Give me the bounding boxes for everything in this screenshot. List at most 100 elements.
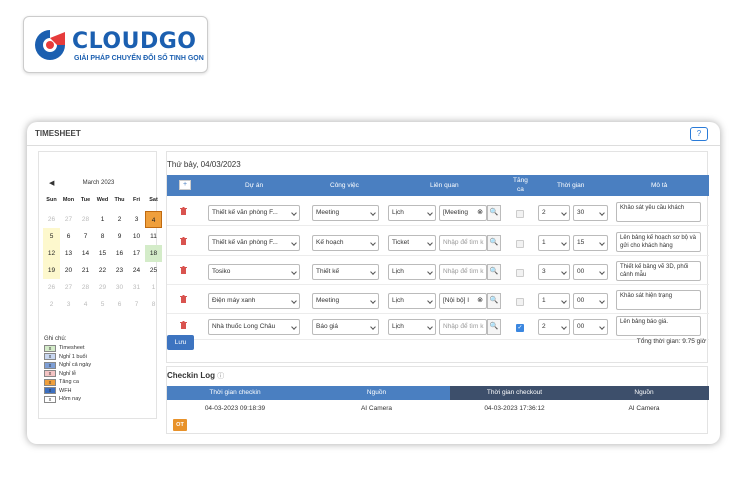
calendar-day[interactable]: 22 <box>94 262 111 279</box>
calendar-day[interactable]: 15 <box>94 245 111 262</box>
description-textarea[interactable]: Khảo sát yêu cầu khách <box>616 202 701 222</box>
delete-icon[interactable] <box>180 295 187 303</box>
search-icon[interactable]: 🔍 <box>487 319 501 335</box>
save-button[interactable]: Lưu <box>167 335 194 350</box>
calendar-day[interactable]: 20 <box>60 262 77 279</box>
related-search-input[interactable]: [Nội bộ] I ⊗ <box>439 293 487 309</box>
calendar-day[interactable]: 2 <box>111 211 128 228</box>
calendar-day[interactable]: 2 <box>43 296 60 313</box>
calendar-day[interactable]: 18 <box>145 245 162 262</box>
task-select[interactable]: Báo giá <box>312 319 379 335</box>
calendar-day[interactable]: 11 <box>145 228 162 245</box>
task-select[interactable]: Meeting <box>312 293 379 309</box>
project-select[interactable]: Thiết kế văn phòng F... <box>208 205 300 221</box>
calendar-day[interactable]: 4 <box>77 296 94 313</box>
calendar-day[interactable]: 28 <box>77 279 94 296</box>
calendar-day[interactable]: 7 <box>128 296 145 313</box>
hours-select[interactable]: 1 <box>538 235 570 251</box>
calendar-day[interactable]: 26 <box>43 211 60 228</box>
calendar-day[interactable]: 25 <box>145 262 162 279</box>
calendar-day[interactable]: 31 <box>128 279 145 296</box>
info-icon[interactable]: ⓘ <box>217 373 224 380</box>
hours-select[interactable]: 3 <box>538 264 570 280</box>
project-select[interactable]: Nhà thuốc Long Châu <box>208 319 300 335</box>
project-select[interactable]: Điện máy xanh <box>208 293 300 309</box>
calendar-day[interactable]: 5 <box>43 228 60 245</box>
description-textarea[interactable]: Khảo sát hiện trạng <box>616 290 701 310</box>
calendar-day[interactable]: 28 <box>77 211 94 228</box>
overtime-checkbox[interactable] <box>516 298 524 306</box>
calendar-day[interactable]: 10 <box>128 228 145 245</box>
task-select[interactable]: Thiết kế <box>312 264 379 280</box>
help-button[interactable]: ? <box>690 127 708 141</box>
hours-select[interactable]: 2 <box>538 319 570 335</box>
delete-icon[interactable] <box>180 207 187 215</box>
minutes-select[interactable]: 15 <box>573 235 608 251</box>
minutes-select[interactable]: 00 <box>573 319 608 335</box>
calendar-day[interactable]: 12 <box>43 245 60 262</box>
calendar-day[interactable]: 27 <box>60 279 77 296</box>
delete-icon[interactable] <box>180 321 187 329</box>
related-type-select[interactable]: Lịch <box>388 293 436 309</box>
calendar-day[interactable]: 23 <box>111 262 128 279</box>
project-select[interactable]: Tosiko <box>208 264 300 280</box>
search-icon[interactable]: 🔍 <box>487 293 501 309</box>
calendar-day[interactable]: 4 <box>145 211 162 228</box>
calendar-day[interactable]: 30 <box>111 279 128 296</box>
related-search-input[interactable]: Nhập để tìm k <box>439 235 487 251</box>
related-search-input[interactable]: Nhập để tìm k <box>439 264 487 280</box>
search-icon[interactable]: 🔍 <box>487 264 501 280</box>
calendar-day[interactable]: 16 <box>111 245 128 262</box>
clear-icon[interactable]: ⊗ <box>477 206 483 220</box>
task-select[interactable]: Kế hoạch <box>312 235 379 251</box>
related-type-select[interactable]: Ticket <box>388 235 436 251</box>
calendar-day[interactable]: 21 <box>77 262 94 279</box>
legend-label: Nghỉ 1 buổi <box>59 353 87 360</box>
calendar-day[interactable]: 8 <box>94 228 111 245</box>
calendar-day[interactable]: 6 <box>111 296 128 313</box>
calendar-day[interactable]: 3 <box>128 211 145 228</box>
calendar-day[interactable]: 1 <box>145 279 162 296</box>
description-textarea[interactable]: Lên bảng báo giá. <box>616 316 701 336</box>
calendar-day[interactable]: 6 <box>60 228 77 245</box>
calendar-day[interactable]: 8 <box>145 296 162 313</box>
search-icon[interactable]: 🔍 <box>487 235 501 251</box>
calendar-day[interactable]: 1 <box>94 211 111 228</box>
search-icon[interactable]: 🔍 <box>487 205 501 221</box>
calendar-day[interactable]: 17 <box>128 245 145 262</box>
calendar-day[interactable]: 19 <box>43 262 60 279</box>
calendar-day[interactable]: 13 <box>60 245 77 262</box>
delete-icon[interactable] <box>180 237 187 245</box>
project-select[interactable]: Thiết kế văn phòng F... <box>208 235 300 251</box>
calendar-day[interactable]: 5 <box>94 296 111 313</box>
calendar-day[interactable]: 7 <box>77 228 94 245</box>
calendar-day[interactable]: 27 <box>60 211 77 228</box>
related-search-input[interactable]: [Meeting ⊗ <box>439 205 487 221</box>
add-row-button[interactable]: + <box>179 180 191 190</box>
minutes-select[interactable]: 00 <box>573 264 608 280</box>
col-task: Công việc <box>330 182 359 189</box>
overtime-checkbox[interactable]: ✓ <box>516 324 524 332</box>
calendar-day[interactable]: 26 <box>43 279 60 296</box>
minutes-select[interactable]: 30 <box>573 205 608 221</box>
related-type-select[interactable]: Lịch <box>388 319 436 335</box>
overtime-checkbox[interactable] <box>516 210 524 218</box>
hours-select[interactable]: 2 <box>538 205 570 221</box>
calendar-day[interactable]: 29 <box>94 279 111 296</box>
related-search-input[interactable]: Nhập để tìm k <box>439 319 487 335</box>
calendar-day[interactable]: 24 <box>128 262 145 279</box>
calendar-day[interactable]: 3 <box>60 296 77 313</box>
overtime-checkbox[interactable] <box>516 240 524 248</box>
task-select[interactable]: Meeting <box>312 205 379 221</box>
clear-icon[interactable]: ⊗ <box>477 294 483 308</box>
hours-select[interactable]: 1 <box>538 293 570 309</box>
related-type-select[interactable]: Lịch <box>388 264 436 280</box>
related-type-select[interactable]: Lịch <box>388 205 436 221</box>
description-textarea[interactable]: Thiết kế bảng vẽ 3D, phối cảnh mẫu <box>616 261 701 281</box>
calendar-day[interactable]: 9 <box>111 228 128 245</box>
overtime-checkbox[interactable] <box>516 269 524 277</box>
delete-icon[interactable] <box>180 266 187 274</box>
calendar-day[interactable]: 14 <box>77 245 94 262</box>
description-textarea[interactable]: Lên bảng kế hoạch sơ bộ và gửi cho khách… <box>616 232 701 252</box>
minutes-select[interactable]: 00 <box>573 293 608 309</box>
